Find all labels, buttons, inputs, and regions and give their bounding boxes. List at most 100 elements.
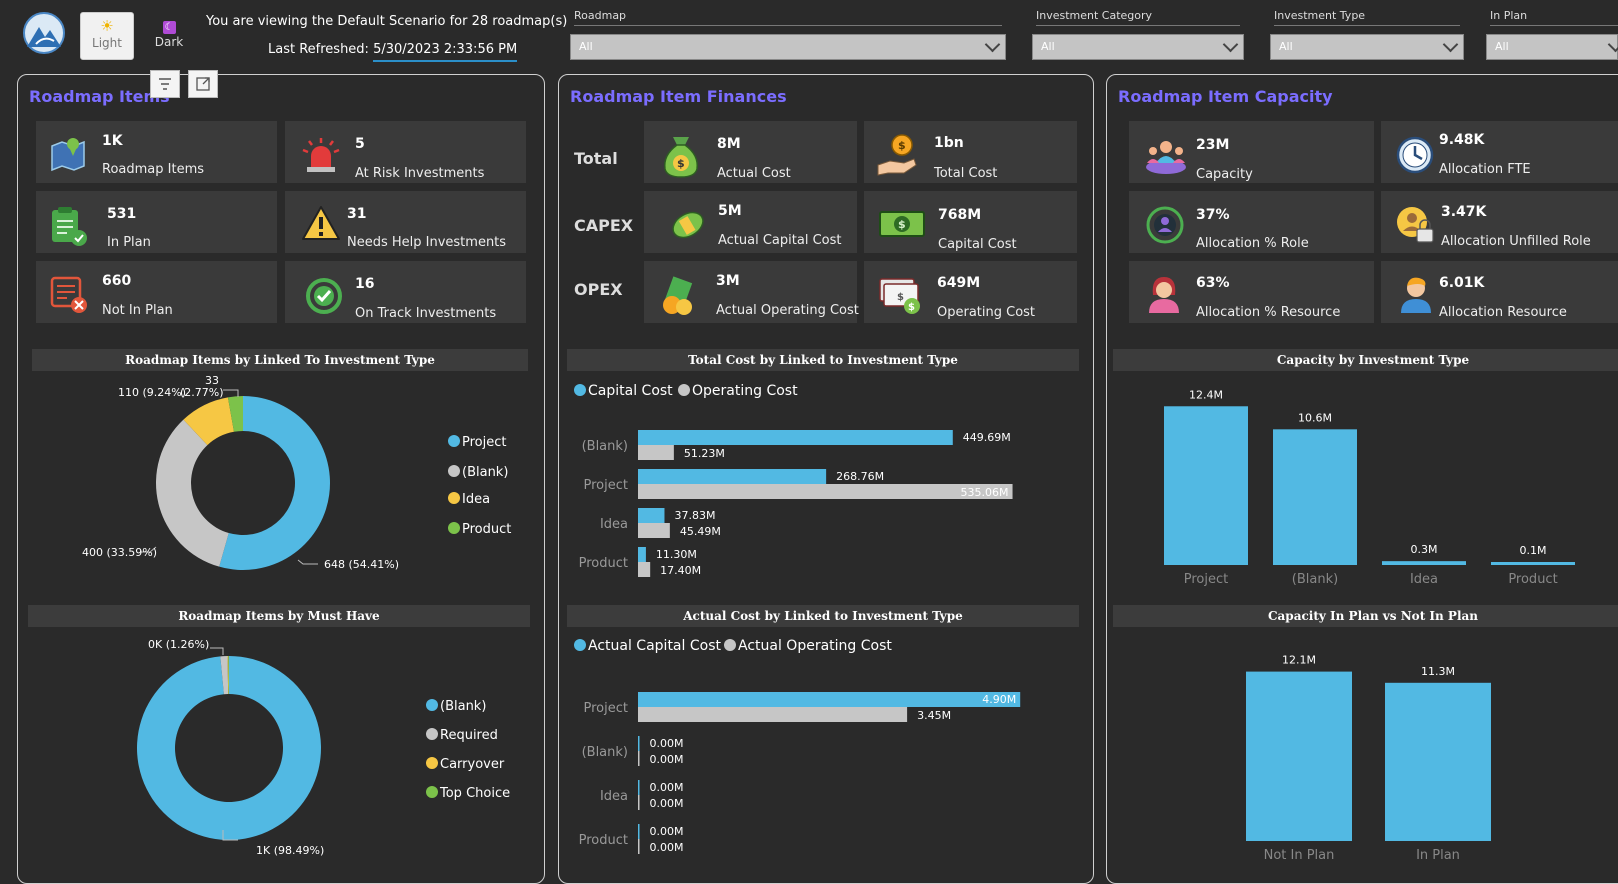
kpi-needs-help: 31 Needs Help Investments xyxy=(285,191,526,253)
data-label: 0.00M xyxy=(650,841,684,854)
chevron-down-icon xyxy=(1442,36,1459,53)
bar xyxy=(638,824,640,839)
category-label: In Plan xyxy=(1416,848,1460,863)
filter-button[interactable] xyxy=(150,70,180,98)
legend-label: Project xyxy=(462,435,507,450)
category-label: Idea xyxy=(600,789,628,804)
data-label: 45.49M xyxy=(680,525,721,538)
clipboard-check-icon xyxy=(52,207,87,246)
light-theme-button[interactable]: ☀ Light xyxy=(80,12,134,60)
donut2-title: Roadmap Items by Must Have xyxy=(28,605,530,627)
legend-item[interactable]: Required xyxy=(426,728,498,743)
people-capacity-icon xyxy=(1146,141,1186,174)
data-label: 0.1M xyxy=(1520,544,1547,557)
legend-item[interactable]: Operating Cost xyxy=(678,383,798,399)
kpi-label: Not In Plan xyxy=(102,303,173,318)
kpi-value: 16 xyxy=(355,276,375,292)
investment-type-filter-dropdown[interactable]: All xyxy=(1270,34,1464,60)
legend-item[interactable]: Actual Operating Cost xyxy=(724,638,892,654)
legend-swatch xyxy=(574,384,586,396)
kpi-label: Allocation Resource xyxy=(1439,305,1567,320)
donut-chart-investment-type: 648 (54.41%) 400 (33.59%) 110 (9.24%) 33… xyxy=(82,374,399,571)
kpi-allocation-fte: 9.48K Allocation FTE xyxy=(1381,121,1618,183)
data-label: 0.00M xyxy=(650,797,684,810)
legend-swatch xyxy=(448,492,460,504)
legend-label: Product xyxy=(462,522,512,537)
row-label-total: Total xyxy=(574,149,618,168)
legend-item[interactable]: Capital Cost xyxy=(574,383,673,399)
kpi-value: 1bn xyxy=(934,135,964,151)
kpi-label: Allocation % Resource xyxy=(1196,305,1341,320)
data-label: 10.6M xyxy=(1298,411,1332,424)
kpi-value: 5M xyxy=(718,203,742,219)
donut1-label-product-pct: (2.77%) xyxy=(180,386,224,399)
legend-item[interactable]: Idea xyxy=(448,492,490,507)
legend-item[interactable]: Carryover xyxy=(426,757,504,772)
cash-stack-icon xyxy=(663,276,693,315)
kpi-label: Allocation FTE xyxy=(1439,162,1531,177)
check-circle-icon xyxy=(306,278,342,314)
legend-swatch xyxy=(426,728,438,740)
bar xyxy=(638,839,640,854)
list-cancel-icon xyxy=(50,276,87,313)
legend-label: (Blank) xyxy=(440,699,487,714)
legend-item[interactable]: Actual Capital Cost xyxy=(574,638,721,654)
kpi-label: Actual Cost xyxy=(717,166,791,181)
legend-label: Idea xyxy=(462,492,491,507)
legend-item[interactable]: Project xyxy=(448,435,506,450)
legend-item[interactable]: (Blank) xyxy=(426,699,486,714)
chevron-down-icon xyxy=(984,36,1001,53)
kpi-label: At Risk Investments xyxy=(355,166,485,181)
bar xyxy=(638,508,665,523)
legend-item[interactable]: Top Choice xyxy=(426,786,510,801)
dark-theme-button[interactable]: ☾ Dark xyxy=(143,12,195,58)
kpi-value: 31 xyxy=(347,206,367,222)
kpi-actual-capital-cost: 5M Actual Capital Cost xyxy=(644,191,857,253)
legend-swatch xyxy=(426,699,438,711)
legend-item[interactable]: Product xyxy=(448,522,511,537)
kpi-value: 649M xyxy=(937,275,981,291)
bar xyxy=(638,484,1013,499)
focus-mode-button[interactable] xyxy=(188,70,218,98)
kpi-value: 660 xyxy=(102,273,132,289)
target-person-icon xyxy=(1146,206,1184,244)
svg-text:$: $ xyxy=(677,157,685,170)
kpi-allocation-resource-pct: 63% Allocation % Resource xyxy=(1129,261,1374,323)
data-label: 51.23M xyxy=(684,447,725,460)
legend-label: Carryover xyxy=(440,757,505,772)
bar xyxy=(638,795,640,810)
kpi-label: Allocation Unfilled Role xyxy=(1441,234,1591,249)
kpi-value: 63% xyxy=(1196,275,1230,291)
row-label-capex: CAPEX xyxy=(574,216,634,235)
kpi-in-plan: 531 In Plan xyxy=(36,191,277,253)
bar xyxy=(638,547,646,562)
data-label: 37.83M xyxy=(674,509,715,522)
data-label: 12.1M xyxy=(1282,654,1316,667)
category-label: Not In Plan xyxy=(1264,848,1335,863)
alarm-siren-icon xyxy=(302,138,340,172)
data-label: 17.40M xyxy=(660,564,701,577)
kpi-operating-cost: $ $ 649M Operating Cost xyxy=(864,261,1077,323)
bar1-title: Total Cost by Linked to Investment Type xyxy=(567,349,1079,371)
column-chart-capacity-in-plan: 12.1M Not In Plan 11.3M In Plan xyxy=(1246,654,1491,863)
category-label: Project xyxy=(1184,572,1228,587)
kpi-label: In Plan xyxy=(107,235,151,250)
investment-category-filter-dropdown[interactable]: All xyxy=(1032,34,1244,60)
kpi-roadmap-items: 1K Roadmap Items xyxy=(36,121,277,183)
in-plan-filter-dropdown[interactable]: All xyxy=(1486,34,1618,60)
legend-swatch xyxy=(426,757,438,769)
data-label: 449.69M xyxy=(963,431,1011,444)
category-label: Idea xyxy=(600,517,628,532)
legend-item[interactable]: (Blank) xyxy=(448,465,508,480)
kpi-actual-cost: $ 8M Actual Cost xyxy=(644,121,857,183)
kpi-value: 768M xyxy=(938,207,982,223)
roadmap-filter-dropdown[interactable]: All xyxy=(570,34,1006,60)
svg-text:$: $ xyxy=(898,218,906,231)
kpi-value: 531 xyxy=(107,206,137,222)
kpi-value: 8M xyxy=(717,136,741,152)
bar xyxy=(638,780,640,795)
bar xyxy=(638,562,651,577)
refresh-prefix: Last Refreshed: xyxy=(268,42,369,57)
kpi-value: 3.47K xyxy=(1441,204,1487,220)
scenario-text: You are viewing the Default Scenario for… xyxy=(206,14,568,29)
